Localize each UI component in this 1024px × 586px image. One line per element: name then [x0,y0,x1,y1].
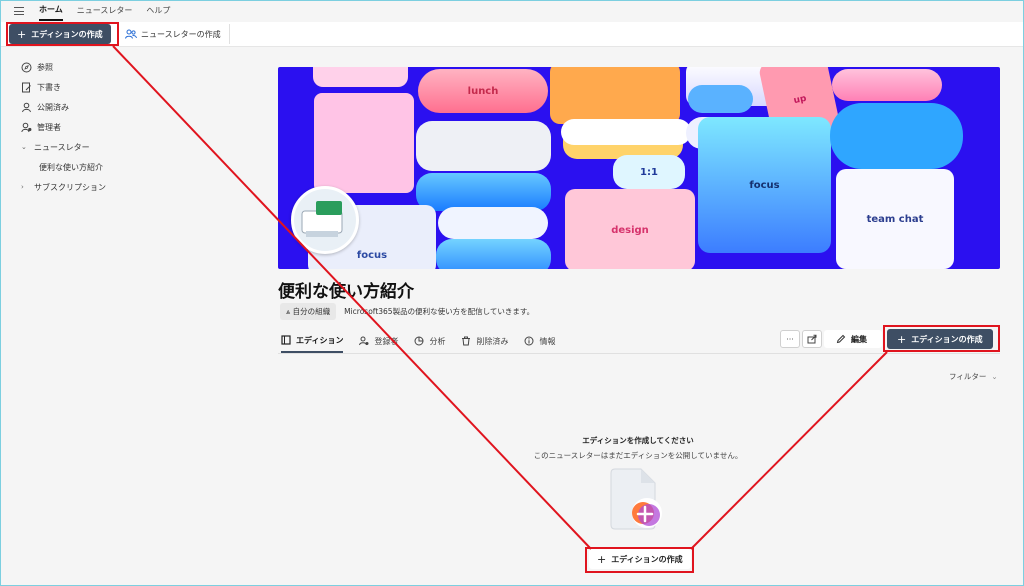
newsletter-title: 便利な使い方紹介 [278,282,414,302]
tab-deleted[interactable]: 削除済み [461,329,508,353]
document-add-illustration-icon [610,468,662,530]
book-icon [281,335,291,345]
banner-shape [550,67,680,124]
banner-shape: 1:1 [613,155,685,189]
newsletter-avatar [291,186,359,254]
person-icon [22,102,31,112]
sidebar-item-label: 公開済み [37,102,69,112]
tab-label: 削除済み [476,336,509,346]
empty-state-subtitle: このニュースレターはまだエディションを公開していません。 [533,451,743,460]
tab-subscribers[interactable]: 登録者 [359,329,398,353]
share-button[interactable] [802,330,822,348]
sidebar-item-label: サブスクリプション [34,182,106,192]
newsletter-description: Microsoft365製品の便利な使い方を配信していきます。 [344,307,535,316]
tab-info[interactable]: 情報 [524,329,555,353]
org-badge: ⩓ 自分の組織 [280,303,337,320]
banner-shape [561,119,691,145]
highlight-box-empty [585,547,694,573]
banner-shape: focus [698,117,831,253]
newsletter-banner-image: lunch up 1:1 focus team chat design focu… [278,67,1000,269]
banner-shape [436,239,551,269]
pie-chart-icon [414,336,424,346]
newsletter-meta: ⩓ 自分の組織 Microsoft365製品の便利な使い方を配信していきます。 [280,303,534,320]
more-options-button[interactable]: ··· [780,330,800,348]
info-icon [524,336,534,346]
sidebar-item-label: 管理者 [37,122,61,132]
tab-editions[interactable]: エディション [281,329,344,353]
tab-label: エディション [296,335,344,345]
tab-label: 登録者 [374,336,399,346]
create-newsletter-label: ニュースレターの作成 [141,29,221,39]
compass-icon [21,62,32,72]
command-bar: + エディションの作成 ニュースレターの作成 [1,22,1023,47]
edit-label: 編集 [851,334,867,344]
banner-shape: lunch [418,69,548,113]
more-icon: ··· [786,334,794,344]
share-icon [807,334,817,344]
sidebar-item-label: 参照 [37,62,53,72]
empty-state-title: エディションを作成してください [582,436,694,445]
banner-shape [830,103,963,169]
pencil-icon [836,334,846,344]
nav-home[interactable]: ホーム [39,1,63,21]
sidebar: 参照 下書き 公開済み 管理者 ⌄ ニュースレター 便利な使い方紹介 › サブス… [21,57,181,197]
org-label: 自分の組織 [292,307,331,316]
sidebar-item-newsletter[interactable]: ⌄ ニュースレター [21,137,181,157]
nav-help[interactable]: ヘルプ [146,2,170,20]
sidebar-item-admin[interactable]: 管理者 [21,117,181,137]
banner-shape [688,85,753,113]
edit-button[interactable]: 編集 [824,330,882,348]
banner-shape [313,67,408,87]
banner-shape [832,69,942,101]
filter-dropdown[interactable]: フィルター ⌄ [949,371,998,382]
banner-shape [438,207,548,239]
banner-shape [314,93,414,193]
tab-label: 分析 [429,336,446,346]
banner-shape [416,173,551,211]
sidebar-item-published[interactable]: 公開済み [21,97,181,117]
sidebar-item-label: 下書き [37,82,61,92]
newsletter-tabs: エディション 登録者 分析 削除済み 情報 [281,329,555,353]
tab-analytics[interactable]: 分析 [414,329,445,353]
people-icon: ⩓ [286,307,293,316]
top-bar: ホーム ニュースレター ヘルプ [1,1,1023,21]
create-newsletter-button[interactable]: ニュースレターの作成 [125,24,230,44]
tab-label: 情報 [539,336,556,346]
people-icon [125,29,137,39]
hamburger-menu-icon[interactable] [14,7,24,15]
chevron-down-icon: ⌄ [991,372,998,381]
chevron-down-icon: ⌄ [21,143,27,151]
person-add-icon [359,336,369,346]
highlight-box-toolbar [883,325,1000,352]
banner-shape: team chat [836,169,954,269]
draft-icon [22,82,31,92]
banner-shape: design [565,189,695,269]
sidebar-item-drafts[interactable]: 下書き [21,77,181,97]
sidebar-item-newsletter-tips[interactable]: 便利な使い方紹介 [21,157,181,177]
tab-divider [278,353,1000,354]
chevron-right-icon: › [21,183,24,191]
admin-icon [21,122,32,132]
sidebar-item-label: 便利な使い方紹介 [39,162,103,172]
highlight-box-commandbar [6,22,119,46]
trash-icon [462,336,471,346]
sidebar-item-label: ニュースレター [34,142,90,152]
filter-label: フィルター [949,372,987,381]
device-illustration-icon [294,189,356,251]
banner-shape [416,121,551,171]
sidebar-item-browse[interactable]: 参照 [21,57,181,77]
sidebar-item-subscriptions[interactable]: › サブスクリプション [21,177,181,197]
nav-newsletter[interactable]: ニュースレター [77,2,133,20]
